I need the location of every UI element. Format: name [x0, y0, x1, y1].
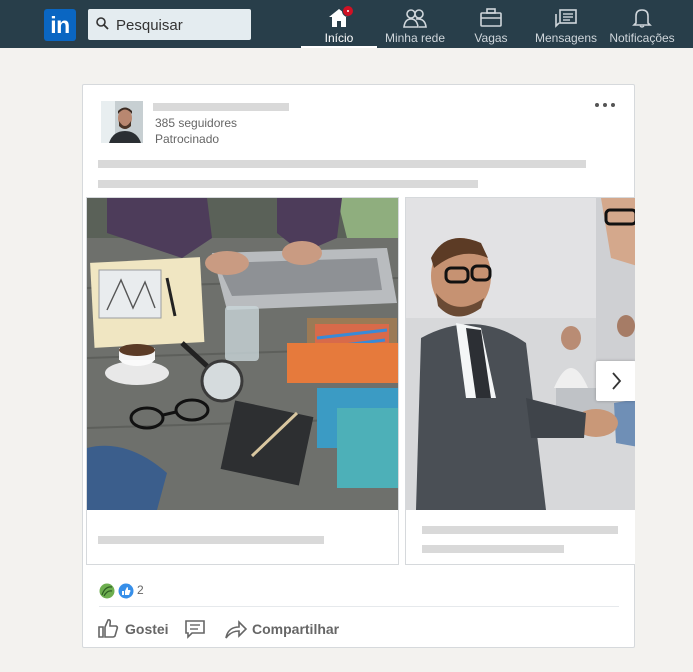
company-name-placeholder[interactable] — [153, 103, 289, 111]
briefcase-icon — [480, 8, 502, 31]
sponsored-post-card: 385 seguidores Patrocinado 2 Gostei Comp… — [82, 84, 635, 648]
messages-icon — [555, 8, 577, 31]
card-title-placeholder — [98, 536, 324, 544]
bell-icon — [632, 8, 652, 31]
comment-icon — [184, 619, 206, 642]
search-box[interactable] — [88, 9, 251, 42]
card-title-placeholder — [422, 526, 618, 534]
celebrate-reaction-icon — [99, 583, 115, 604]
nav-label-messages: Mensagens — [534, 31, 598, 45]
nav-item-network[interactable]: Minha rede — [382, 0, 448, 48]
more-dot — [595, 103, 599, 107]
followers-count: 385 seguidores — [155, 116, 238, 130]
chevron-right-icon — [609, 371, 623, 396]
nav-item-notifications[interactable]: Notificações — [607, 0, 677, 48]
top-navigation: in Início Minha rede Vagas Mensagens — [0, 0, 693, 48]
nav-label-network: Minha rede — [384, 31, 446, 45]
comment-button[interactable] — [184, 617, 210, 641]
nav-label-notifications: Notificações — [609, 31, 675, 45]
more-dot — [603, 103, 607, 107]
like-label: Gostei — [125, 621, 169, 637]
promoted-label: Patrocinado — [155, 132, 220, 146]
card-subtitle-placeholder — [422, 545, 564, 553]
search-icon — [96, 17, 109, 35]
search-input[interactable] — [114, 9, 248, 42]
nav-item-messages[interactable]: Mensagens — [534, 0, 598, 48]
actions-divider — [99, 606, 619, 607]
more-dot — [611, 103, 615, 107]
image-carousel — [86, 197, 635, 567]
active-indicator — [301, 46, 377, 48]
network-icon — [403, 8, 427, 31]
share-button[interactable]: Compartilhar — [224, 617, 344, 641]
nav-item-jobs[interactable]: Vagas — [467, 0, 515, 48]
post-text-placeholder — [98, 160, 586, 168]
carousel-next-button[interactable] — [596, 361, 635, 401]
like-button[interactable]: Gostei — [97, 617, 171, 641]
notification-badge — [342, 5, 354, 17]
more-options-button[interactable] — [595, 98, 619, 112]
linkedin-logo[interactable]: in — [44, 9, 76, 41]
nav-label-jobs: Vagas — [474, 31, 508, 45]
share-icon — [224, 618, 248, 643]
thumbs-up-icon — [97, 617, 119, 642]
handshake-meeting-image — [406, 198, 635, 510]
nav-label-home: Início — [324, 31, 354, 45]
like-reaction-icon — [118, 583, 134, 604]
company-avatar[interactable] — [101, 101, 143, 143]
nav-item-home[interactable]: Início — [301, 0, 377, 48]
share-label: Compartilhar — [252, 621, 340, 637]
desk-workspace-image — [87, 198, 398, 510]
reaction-count[interactable]: 2 — [137, 583, 144, 597]
post-text-placeholder — [98, 180, 478, 188]
carousel-card[interactable] — [86, 197, 399, 565]
